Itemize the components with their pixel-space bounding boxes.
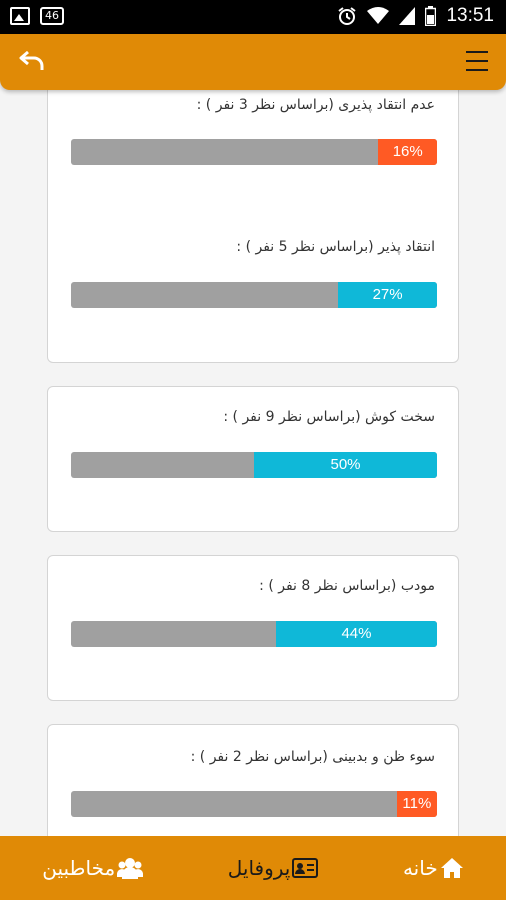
trait-card: مودب (براساس نظر 8 نفر ) : 44% bbox=[47, 555, 459, 701]
trait-label: عدم انتقاد پذیری (براساس نظر 3 نفر ) : bbox=[196, 97, 435, 113]
nav-contacts-label: مخاطبین bbox=[42, 856, 116, 880]
nav-contacts[interactable]: مخاطبین bbox=[42, 856, 144, 880]
traits-list[interactable]: عدم انتقاد پذیری (براساس نظر 3 نفر ) : 1… bbox=[0, 90, 506, 836]
hamburger-menu-icon bbox=[466, 51, 488, 53]
group-icon bbox=[117, 858, 144, 879]
back-button[interactable] bbox=[14, 46, 50, 76]
home-icon bbox=[440, 858, 463, 878]
trait-card: سوء ظن و بدبینی (براساس نظر 2 نفر ) : 11… bbox=[47, 724, 459, 836]
trait-label: انتقاد پذیر (براساس نظر 5 نفر ) : bbox=[236, 239, 435, 255]
image-icon bbox=[10, 7, 30, 25]
signal-icon bbox=[399, 7, 416, 25]
nav-profile[interactable]: پروفایل bbox=[228, 856, 319, 880]
trait-progress-bar: 27% bbox=[71, 282, 437, 308]
nav-home[interactable]: خانه bbox=[403, 856, 464, 880]
bottom-nav: مخاطبین پروفایل خانه bbox=[0, 836, 506, 900]
id-card-icon bbox=[292, 858, 319, 878]
battery-icon bbox=[425, 6, 437, 26]
trait-percent: 16% bbox=[378, 139, 437, 165]
wifi-icon bbox=[367, 7, 390, 25]
clock: 13:51 bbox=[446, 5, 494, 26]
trait-percent: 11% bbox=[396, 791, 437, 817]
status-bar: 46 13:51 bbox=[0, 0, 506, 34]
trait-percent: 50% bbox=[254, 452, 437, 478]
menu-button[interactable] bbox=[462, 48, 492, 74]
trait-card: سخت کوش (براساس نظر 9 نفر ) : 50% bbox=[47, 386, 459, 532]
alarm-icon bbox=[337, 6, 357, 26]
trait-label: مودب (براساس نظر 8 نفر ) : bbox=[259, 578, 435, 594]
trait-progress-bar: 44% bbox=[71, 621, 437, 647]
app-bar bbox=[0, 34, 506, 90]
nav-home-label: خانه bbox=[402, 856, 438, 880]
trait-label: سخت کوش (براساس نظر 9 نفر ) : bbox=[223, 409, 435, 425]
trait-progress-bar: 16% bbox=[71, 139, 437, 165]
nav-profile-label: پروفایل bbox=[227, 856, 291, 880]
trait-card: عدم انتقاد پذیری (براساس نظر 3 نفر ) : 1… bbox=[47, 90, 459, 363]
notification-badge: 46 bbox=[40, 7, 64, 25]
trait-percent: 27% bbox=[338, 282, 437, 308]
trait-percent: 44% bbox=[275, 621, 437, 647]
trait-progress-bar: 50% bbox=[71, 452, 437, 478]
trait-progress-bar: 11% bbox=[71, 791, 437, 817]
back-arrow-icon bbox=[19, 50, 44, 70]
trait-label: سوء ظن و بدبینی (براساس نظر 2 نفر ) : bbox=[190, 749, 435, 765]
